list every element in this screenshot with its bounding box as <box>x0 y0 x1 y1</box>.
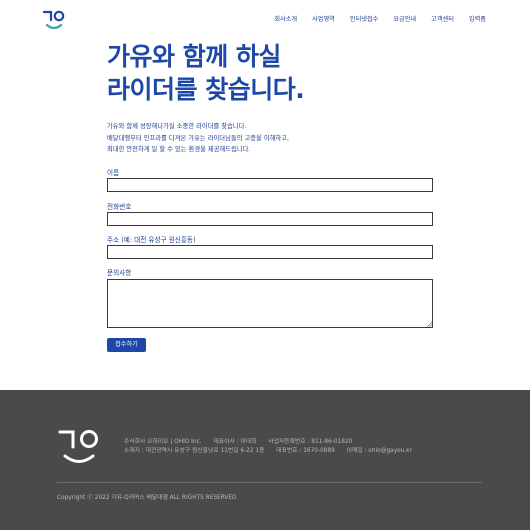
footer-divider <box>57 482 482 483</box>
company-address: 소재지 : 대전광역시 유성구 원신흥남로 11번길 6-22 1층 <box>124 447 265 454</box>
company-email: 이메일 : ohio@gayou.kr <box>346 447 412 454</box>
page-title-line-2: 라이더를 찾습니다. <box>107 75 305 104</box>
footer: 주식회사 오하이오 | OHIO Inc. 대표이사 : 이대희 사업자등록번호… <box>0 390 530 530</box>
main-nav: 회사소개 사업영역 인터넷접수 요금안내 고객센터 입력폼 <box>259 14 486 23</box>
nav-business[interactable]: 사업영역 <box>312 14 335 23</box>
page-title: 가유와 함께 하실 라이더를 찾습니다. <box>107 40 407 106</box>
intro-text: 가유와 함께 성장해나가실 소중한 라이더를 찾습니다. 배달대행부터 인프라를… <box>107 121 427 156</box>
gayou-logo-icon[interactable] <box>42 9 66 31</box>
nav-pricing[interactable]: 요금안내 <box>393 14 416 23</box>
nav-customer-center[interactable]: 고객센터 <box>431 14 454 23</box>
gayou-footer-logo-icon <box>58 430 98 463</box>
page-title-line-1: 가유와 함께 하실 <box>107 42 281 71</box>
intro-line-2: 배달대행부터 인프라를 다져온 가유는 라이더님들의 고충을 이해하고, <box>107 134 290 142</box>
name-label: 이름 <box>107 169 120 177</box>
nav-online-apply[interactable]: 인터넷접수 <box>350 14 378 23</box>
address-label: 주소 (예: 대전 유성구 원신흥동) <box>107 236 196 244</box>
company-biz-no: 사업자등록번호 : 811-86-01820 <box>268 439 353 445</box>
copyright-text: Copyright ⓒ 2022 가유-Q커머스 배달대행 ALL RIGHTS… <box>57 495 237 501</box>
company-info: 주식회사 오하이오 | OHIO Inc. 대표이사 : 이대희 사업자등록번호… <box>124 438 422 455</box>
company-tel: 대표번호 : 1670-0889 <box>276 447 335 454</box>
inquiry-textarea[interactable] <box>107 279 433 328</box>
address-input[interactable] <box>107 245 433 259</box>
intro-line-3: 최대한 안전하게 일 할 수 있는 환경을 제공해드립니다. <box>107 146 251 153</box>
inquiry-label: 문의사항 <box>107 269 132 277</box>
phone-label: 전화번호 <box>107 203 132 211</box>
nav-company[interactable]: 회사소개 <box>274 14 297 23</box>
company-name: 주식회사 오하이오 | OHIO Inc. <box>124 439 202 445</box>
submit-button[interactable]: 접수하기 <box>107 338 146 352</box>
intro-line-1: 가유와 함께 성장해나가실 소중한 라이더를 찾습니다. <box>107 123 247 130</box>
name-input[interactable] <box>107 178 433 192</box>
company-ceo: 대표이사 : 이대희 <box>213 439 257 445</box>
nav-input-form[interactable]: 입력폼 <box>469 14 486 23</box>
resize-handle-icon[interactable] <box>426 321 432 327</box>
phone-input[interactable] <box>107 212 433 226</box>
